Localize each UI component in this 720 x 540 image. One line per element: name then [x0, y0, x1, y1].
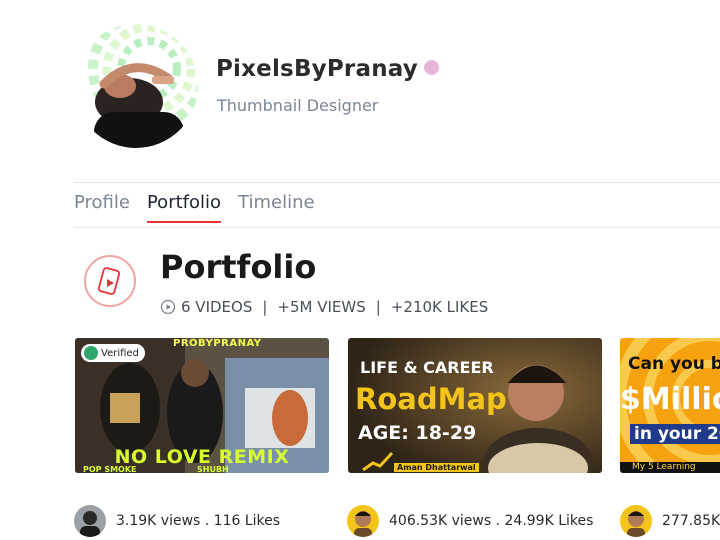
thumbnail-credit-left: POP SMOKE [83, 465, 137, 473]
portfolio-thumbnail[interactable]: Verified PROBYPRANAY NO LOVE REMIX POP S… [75, 338, 329, 473]
portfolio-stats: 6 VIDEOS | +5M VIEWS | +210K LIKES [160, 298, 488, 316]
stats-separator: | [262, 298, 268, 316]
section-title: Portfolio [160, 248, 317, 286]
portfolio-icon [84, 255, 136, 307]
likes-count: +210K LIKES [390, 298, 489, 316]
thumbnail-line1: LIFE & CAREER [360, 358, 494, 377]
user-check-icon [84, 346, 98, 360]
verified-icon [423, 60, 439, 75]
thumbnail-credit-right: SHUBH [197, 465, 229, 473]
stats-separator: | [375, 298, 381, 316]
thumbnail-meta: 3.19K views . 116 Likes [74, 505, 280, 537]
tab-portfolio[interactable]: Portfolio [146, 192, 222, 223]
thumbnail-stats: 3.19K views . 116 Likes [116, 513, 281, 529]
thumbnail-line2: RoadMap [355, 382, 507, 416]
verified-badge: Verified [81, 344, 145, 362]
views-count: +5M VIEWS [277, 298, 366, 316]
profile-role: Thumbnail Designer [217, 96, 379, 115]
thumbnail-stats: 277.85K [662, 513, 720, 529]
creator-avatar [620, 505, 652, 537]
thumbnail-line2: $Millio [620, 382, 720, 417]
creator-avatar [347, 505, 379, 537]
portfolio-thumbnail[interactable]: Can you b $Millio in your 20 My 5 Learni… [620, 338, 720, 473]
videos-count: 6 VIDEOS [181, 298, 253, 316]
thumbnail-brand: PROBYPRANAY [173, 338, 262, 349]
tab-timeline[interactable]: Timeline [238, 192, 315, 221]
thumbnail-line3: in your 20 [630, 424, 720, 444]
avatar-image [74, 24, 198, 148]
play-circle-icon [160, 299, 176, 315]
profile-name-text: PixelsByPranay [216, 56, 418, 82]
tabs-divider [74, 227, 720, 228]
thumbnail-line4: My 5 Learning [632, 462, 696, 472]
profile-tabs: Profile Portfolio Timeline [74, 192, 332, 223]
thumbnail-stats: 406.53K views . 24.99K Likes [389, 513, 594, 529]
verified-badge-label: Verified [101, 347, 139, 359]
creator-avatar [74, 505, 106, 537]
profile-name: PixelsByPranay [216, 56, 439, 82]
tab-profile[interactable]: Profile [74, 192, 130, 221]
portfolio-thumbnail[interactable]: LIFE & CAREER RoadMap AGE: 18-29 Aman Dh… [348, 338, 602, 473]
thumbnail-line3: AGE: 18-29 [358, 422, 477, 444]
thumbnail-meta: 277.85K [620, 505, 720, 537]
profile-avatar [74, 24, 198, 148]
thumbnail-creator: Aman Dhattarwal [394, 463, 479, 472]
thumbnail-line1: Can you b [628, 354, 720, 374]
thumbnail-meta: 406.53K views . 24.99K Likes [347, 505, 593, 537]
header-divider [74, 182, 720, 183]
